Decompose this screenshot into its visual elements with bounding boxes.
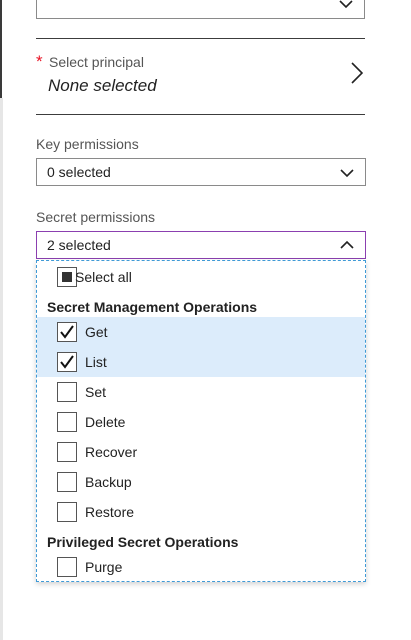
select-all-checkbox[interactable] (57, 267, 77, 287)
chevron-down-icon (340, 169, 354, 178)
option-label: Purge (85, 559, 123, 575)
checkbox[interactable] (57, 557, 77, 577)
option-label: Recover (85, 444, 138, 460)
checkbox[interactable] (57, 442, 77, 462)
option-list[interactable]: List (37, 347, 365, 377)
divider (36, 38, 365, 39)
panel-edge (0, 0, 2, 98)
option-label: Set (85, 384, 107, 400)
group-header: Privileged Secret Operations (47, 534, 239, 550)
option-backup[interactable]: Backup (37, 467, 365, 497)
option-set[interactable]: Set (37, 377, 365, 407)
required-marker: * (36, 52, 43, 71)
chevron-up-icon (340, 240, 354, 249)
top-select[interactable] (36, 0, 365, 19)
select-principal-field[interactable]: * Select principal None selected (36, 40, 365, 114)
checkmark-icon (60, 325, 74, 339)
option-purge[interactable]: Purge (37, 552, 365, 582)
select-principal-value: None selected (48, 76, 157, 95)
option-label: Get (85, 324, 108, 340)
checkmark-icon (60, 355, 74, 369)
secret-permissions-value: 2 selected (47, 237, 111, 253)
checkbox[interactable] (57, 352, 77, 372)
option-recover[interactable]: Recover (37, 437, 365, 467)
select-all-option[interactable]: Select all (37, 262, 365, 292)
checkbox[interactable] (57, 472, 77, 492)
key-permissions-select[interactable]: 0 selected (36, 158, 366, 186)
option-label: Backup (85, 474, 132, 490)
option-label: Delete (85, 414, 126, 430)
checkbox[interactable] (57, 412, 77, 432)
key-permissions-label: Key permissions (36, 136, 139, 152)
chevron-right-icon[interactable] (351, 62, 363, 84)
group-header: Secret Management Operations (47, 299, 258, 315)
option-label: Restore (85, 504, 135, 520)
checkbox[interactable] (57, 382, 77, 402)
option-label: List (85, 354, 107, 370)
checkbox[interactable] (57, 502, 77, 522)
select-all-label: Select all (75, 269, 132, 285)
checkbox[interactable] (57, 322, 77, 342)
secret-permissions-dropdown: Select all Secret Management Operations … (36, 260, 366, 582)
option-delete[interactable]: Delete (37, 407, 365, 437)
secret-permissions-label: Secret permissions (36, 209, 156, 225)
divider (36, 114, 365, 115)
select-principal-label: Select principal (49, 54, 144, 70)
panel-edge-light (0, 98, 3, 640)
secret-permissions-select[interactable]: 2 selected (36, 231, 366, 259)
key-permissions-value: 0 selected (47, 164, 111, 180)
option-restore[interactable]: Restore (37, 497, 365, 527)
chevron-down-icon (339, 0, 353, 9)
option-get[interactable]: Get (37, 317, 365, 347)
